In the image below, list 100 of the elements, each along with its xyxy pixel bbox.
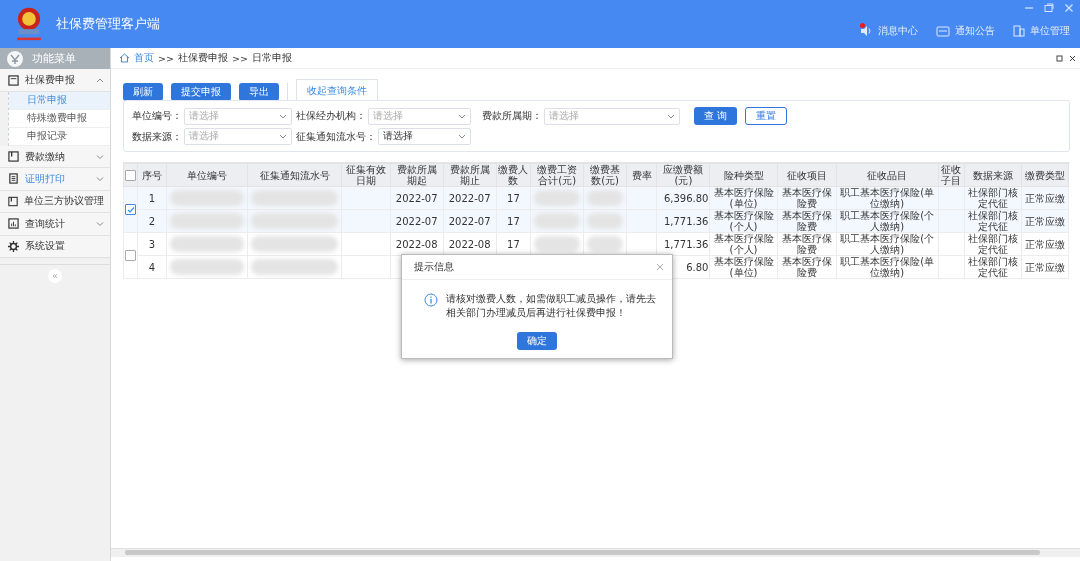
column-header[interactable]: 征集有效日期 [341,163,391,187]
table-cell: 17 [507,215,520,227]
column-header[interactable]: 费款所属期止 [443,163,497,187]
table-cell: 6.80 [686,261,709,273]
breadcrumb-text: >> [231,52,248,64]
sidebar-item[interactable]: 社保费申报 [0,69,110,92]
table-cell: 正常应缴 [1025,261,1065,273]
query-button[interactable]: 查 询 [694,107,738,125]
column-header[interactable]: 缴费工资合计(元) [530,163,584,187]
column-header[interactable]: 序号 [137,163,167,187]
menu-emblem-icon [6,49,24,68]
table-cell: 职工基本医疗保险(个人缴纳) [840,233,935,255]
document-icon [8,173,19,185]
sidebar-item[interactable]: 查询统计 [0,213,110,236]
checkbox[interactable] [125,204,137,216]
column-header[interactable]: 费款所属期起 [390,163,444,187]
close-icon[interactable] [1069,54,1076,62]
menu-title: 功能菜单 [32,51,76,67]
form-icon [8,74,19,86]
select-field[interactable]: 请选择 [378,128,471,145]
book-icon [8,151,19,163]
breadcrumb-text: 社保费申报 [177,51,228,65]
table-cell: 正常应缴 [1025,215,1065,227]
table-cell: 基本医疗保险(个人) [713,233,774,255]
checkbox[interactable] [125,169,137,181]
table-cell: 社保部门核定代征 [968,233,1018,255]
field-label: 单位编号： [132,109,182,123]
table-cell: 基本医疗保险(个人) [713,210,774,232]
sidebar-item[interactable]: 证明打印 [0,168,110,191]
confirm-button[interactable]: 确定 [517,332,557,350]
table-cell: 社保部门核定代征 [968,256,1018,278]
column-header[interactable]: 征收项目 [777,163,837,187]
table-cell: 社保部门核定代征 [968,187,1018,209]
table-cell: 基本医疗保险费 [781,187,832,209]
table-cell: 3 [148,238,156,250]
table-cell: 职工基本医疗保险(单位缴纳) [840,187,935,209]
toolbar-button[interactable]: 提交申报 [171,83,231,101]
table-cell: 2022-07 [448,192,491,204]
column-header[interactable]: 征收品目 [836,163,938,187]
chart-icon [8,218,19,230]
sidebar-item[interactable]: 费款缴纳 [0,145,110,169]
horizontal-scrollbar[interactable] [111,548,1080,557]
field-label: 数据来源： [132,129,182,144]
chevron-down-icon [279,113,287,119]
speaker-icon [859,25,873,37]
submenu-item[interactable]: 特殊缴费申报 [9,109,110,128]
sidebar-item[interactable]: 单位三方协议管理 [0,190,110,214]
column-header[interactable]: 单位编号 [166,163,248,187]
submenu-item[interactable]: 申报记录 [9,127,110,146]
dialog-title: 提示信息 [414,260,454,274]
column-header[interactable]: 应缴费额(元) [657,163,710,187]
mail-icon [936,25,950,37]
toolbar-button[interactable]: 刷新 [123,83,163,101]
info-icon [424,293,438,307]
table-cell: 2022-07 [395,192,438,204]
field-label: 费款所属期： [482,109,542,123]
dialog-message: 请核对缴费人数，如需做职工减员操作，请先去相关部门办理减员后再进行社保费申报！ [446,292,657,320]
table-cell: 2022-08 [448,238,491,250]
column-header[interactable]: 缴费类型 [1021,163,1069,187]
table-cell: 1 [148,192,156,204]
table-cell: 6,396.80 [663,192,709,204]
chevron-up-icon [96,77,104,84]
column-header[interactable]: 征集通知流水号 [247,163,342,187]
column-header[interactable]: 缴费人数 [496,163,531,187]
table-cell: 4 [148,261,156,273]
checkbox[interactable] [125,250,137,262]
table-cell: 17 [507,238,520,250]
table-cell: 职工基本医疗保险(个人缴纳) [840,210,935,232]
query-button[interactable]: 重置 [745,107,788,125]
table-cell: 基本医疗保险费 [781,233,832,255]
home-icon [119,53,130,63]
app-title: 社保费管理客户端 [56,15,160,33]
table-cell: 2 [148,215,156,227]
column-header[interactable]: 征收子目 [938,163,965,187]
chevron-down-icon [458,113,466,119]
chevron-down-icon [279,134,287,139]
restore-icon[interactable] [1044,3,1054,13]
column-header[interactable]: 缴费基数(元) [583,163,627,187]
breadcrumb-text: 日常申报 [251,51,292,65]
table-cell: 基本医疗保险(单位) [713,187,774,209]
table-cell: 正常应缴 [1025,192,1065,204]
breadcrumb-text: >> [158,52,174,64]
table-cell: 基本医疗保险费 [781,256,832,278]
column-header[interactable]: 险种类型 [709,163,778,187]
table-cell: 17 [507,192,520,204]
breadcrumb-link[interactable]: 首页 [134,51,154,65]
column-header[interactable]: 数据来源 [964,163,1022,187]
field-label: 征集通知流水号： [296,129,376,144]
sidebar-item[interactable]: 系统设置 [0,235,110,258]
collapse-query-tab[interactable]: 收起查询条件 [296,79,378,101]
maximize-icon[interactable] [1056,54,1063,62]
toolbar-button[interactable]: 导出 [239,83,279,101]
table-cell: 正常应缴 [1025,238,1065,250]
settings-icon [8,240,19,252]
table-cell: 2022-07 [395,215,438,227]
table-cell: 2022-08 [395,238,438,250]
column-header[interactable]: 费率 [626,163,657,187]
table-cell: 基本医疗保险(单位) [713,256,774,278]
table-cell: 基本医疗保险费 [781,210,832,232]
chevron-down-icon [667,113,675,119]
